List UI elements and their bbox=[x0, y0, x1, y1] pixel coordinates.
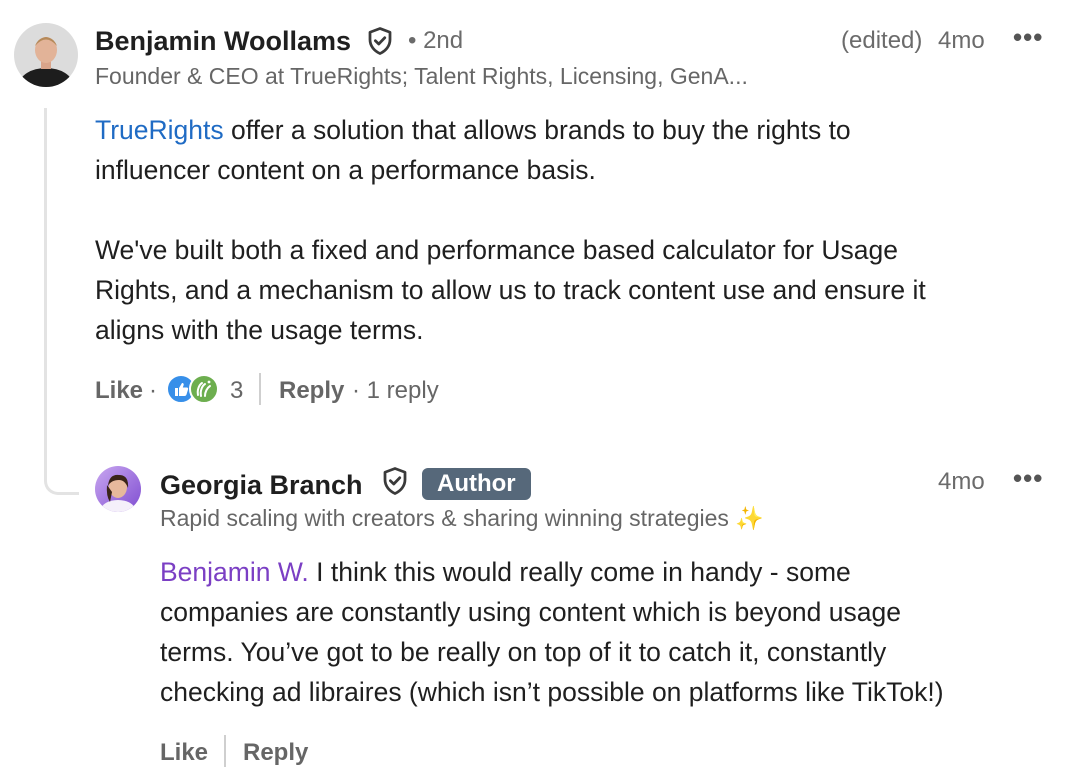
comment-author-name[interactable]: Benjamin Woollams bbox=[95, 26, 351, 57]
verified-shield-icon bbox=[365, 26, 395, 56]
celebrate-reaction-icon bbox=[189, 374, 219, 404]
like-button[interactable]: Like bbox=[95, 377, 143, 405]
reply-timestamp: 4mo bbox=[938, 468, 985, 495]
author-badge: Author bbox=[422, 468, 531, 500]
reply-author-headline: Rapid scaling with creators & sharing wi… bbox=[160, 505, 764, 531]
edited-label: (edited) bbox=[841, 27, 923, 54]
comment-text-line: aligns with the usage terms. bbox=[95, 315, 424, 345]
reaction-count[interactable]: 3 bbox=[230, 377, 243, 405]
comment-text-line: Rights, and a mechanism to allow us to t… bbox=[95, 275, 926, 305]
separator-dot: · bbox=[149, 377, 157, 404]
reply-text-line: companies are constantly using content w… bbox=[160, 597, 901, 627]
reply-author-name[interactable]: Georgia Branch bbox=[160, 470, 363, 501]
comment-timestamp: 4mo bbox=[938, 27, 985, 54]
reply-text-line: checking ad libraires (which isn’t possi… bbox=[160, 677, 944, 707]
thread-connector bbox=[44, 108, 79, 495]
like-button[interactable]: Like bbox=[160, 739, 208, 767]
connection-degree: • 2nd bbox=[408, 27, 464, 54]
comment-text-line: We've built both a fixed and performance… bbox=[95, 235, 898, 265]
reply-text-line: terms. You’ve got to be really on top of… bbox=[160, 637, 887, 667]
comment-body: TrueRights offer a solution that allows … bbox=[95, 110, 1045, 350]
more-options-icon[interactable]: ••• bbox=[1013, 463, 1043, 494]
reply-body: Benjamin W. I think this would really co… bbox=[160, 552, 1050, 712]
person-mention-link[interactable]: Benjamin W. bbox=[160, 557, 309, 587]
reply-text-line: I think this would really come in handy … bbox=[308, 557, 851, 587]
action-divider bbox=[224, 735, 226, 767]
reply-button[interactable]: Reply bbox=[279, 377, 344, 405]
avatar[interactable] bbox=[95, 466, 141, 512]
reply-count-link[interactable]: · 1 reply bbox=[352, 377, 439, 405]
company-mention-link[interactable]: TrueRights bbox=[95, 115, 224, 145]
reactions-icons[interactable] bbox=[166, 374, 222, 406]
more-options-icon[interactable]: ••• bbox=[1013, 22, 1043, 53]
action-divider bbox=[259, 373, 261, 405]
avatar[interactable] bbox=[14, 23, 78, 87]
comment-text-line: influencer content on a performance basi… bbox=[95, 155, 596, 185]
verified-shield-icon bbox=[380, 466, 410, 496]
author-headline: Founder & CEO at TrueRights; Talent Righ… bbox=[95, 63, 748, 89]
reply-button[interactable]: Reply bbox=[243, 739, 308, 767]
comment-text-line: offer a solution that allows brands to b… bbox=[223, 115, 851, 145]
